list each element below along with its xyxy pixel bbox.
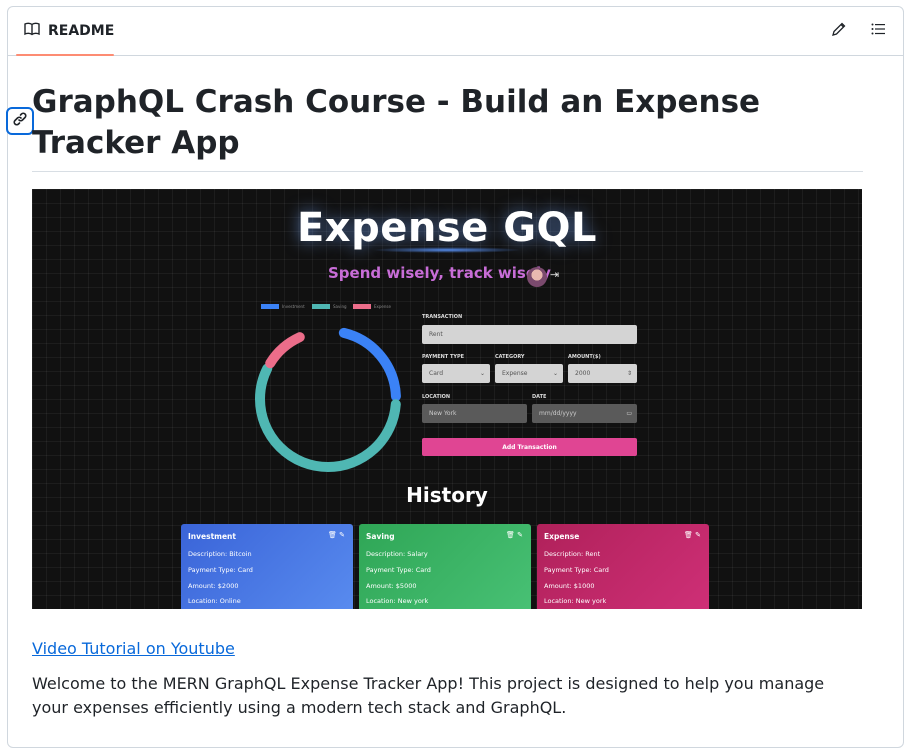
edit-file-button[interactable] [827, 19, 851, 43]
legend-swatch [261, 303, 279, 309]
card-description: Description: Salary [366, 550, 428, 558]
date-placeholder: mm/dd/yyyy [539, 410, 577, 417]
legend-label: Investment [282, 303, 305, 309]
amount-label: AMOUNT($) [568, 354, 601, 360]
card-amount: Amount: $1000 [544, 582, 595, 590]
stepper-icon: ⇕ [626, 370, 632, 377]
legend-item-investment: Investment [261, 303, 305, 309]
amount-value: 2000 [575, 370, 591, 377]
location-label: LOCATION [422, 394, 451, 400]
legend-label: Expense [374, 303, 391, 309]
card-payment: Payment Type: Card [188, 566, 253, 574]
date-input[interactable]: mm/dd/yyyy ▭ [532, 404, 637, 423]
donut-chart [255, 326, 401, 472]
history-card-investment: Investment 🗑 ✎ Description: Bitcoin Paym… [181, 524, 353, 609]
category-label: CATEGORY [495, 354, 525, 360]
title-glow [372, 247, 522, 253]
history-card-saving: Saving 🗑 ✎ Description: Salary Payment T… [359, 524, 531, 609]
card-location: Location: New york [544, 597, 607, 605]
legend-label: Saving [333, 303, 347, 309]
legend-swatch [312, 303, 330, 309]
card-payment: Payment Type: Card [366, 566, 431, 574]
readme-tab-label: README [48, 23, 115, 39]
card-payment: Payment Type: Card [544, 566, 609, 574]
chevron-down-icon: ⌄ [479, 370, 485, 377]
legend-swatch [353, 303, 371, 309]
trash-edit-icon[interactable]: 🗑 ✎ [328, 531, 345, 539]
readme-tab[interactable]: README [16, 7, 122, 55]
list-icon [870, 21, 886, 41]
chevron-down-icon: ⌄ [552, 370, 558, 377]
card-description: Description: Bitcoin [188, 550, 252, 558]
page-title: GraphQL Crash Course - Build an Expense … [32, 84, 761, 161]
pencil-icon [831, 21, 847, 41]
book-icon [24, 21, 40, 41]
card-description: Description: Rent [544, 550, 601, 558]
card-title: Saving [366, 532, 395, 541]
card-title: Expense [544, 532, 580, 541]
outline-button[interactable] [866, 19, 890, 43]
amount-input[interactable]: 2000 ⇕ [568, 364, 637, 383]
title-divider [32, 171, 863, 172]
app-screenshot: Expense GQL Spend wisely, track wisely ⇥… [32, 189, 862, 609]
card-amount: Amount: $5000 [366, 582, 417, 590]
legend-item-expense: Expense [353, 303, 391, 309]
payment-type-label: PAYMENT TYPE [422, 354, 465, 360]
card-location: Location: New york [366, 597, 429, 605]
category-select[interactable]: Expense ⌄ [495, 364, 563, 383]
video-tutorial-link[interactable]: Video Tutorial on Youtube [32, 639, 235, 658]
trash-edit-icon[interactable]: 🗑 ✎ [506, 531, 523, 539]
app-subtitle: Spend wisely, track wisely [328, 264, 551, 282]
transaction-label: TRANSACTION [422, 314, 463, 320]
link-icon [12, 111, 28, 131]
history-heading: History [406, 483, 488, 507]
trash-edit-icon[interactable]: 🗑 ✎ [684, 531, 701, 539]
card-amount: Amount: $2000 [188, 582, 239, 590]
readme-header: README [8, 7, 903, 56]
legend-item-saving: Saving [312, 303, 347, 309]
payment-type-select[interactable]: Card ⌄ [422, 364, 490, 383]
date-label: DATE [532, 394, 547, 400]
category-value: Expense [502, 370, 528, 377]
card-title: Investment [188, 532, 236, 541]
add-transaction-button[interactable]: Add Transaction [422, 438, 637, 456]
transaction-input[interactable]: Rent [422, 325, 637, 344]
app-title: Expense GQL [296, 205, 598, 251]
intro-paragraph: Welcome to the MERN GraphQL Expense Trac… [32, 674, 825, 717]
heading-anchor-link[interactable] [6, 107, 34, 135]
logout-icon: ⇥ [550, 268, 560, 281]
card-location: Location: Online [188, 597, 241, 605]
history-card-expense: Expense 🗑 ✎ Description: Rent Payment Ty… [537, 524, 709, 609]
calendar-icon: ▭ [626, 410, 632, 417]
active-tab-indicator [16, 54, 114, 56]
avatar [527, 267, 547, 287]
location-input[interactable]: New York [422, 404, 527, 423]
payment-type-value: Card [429, 370, 444, 377]
